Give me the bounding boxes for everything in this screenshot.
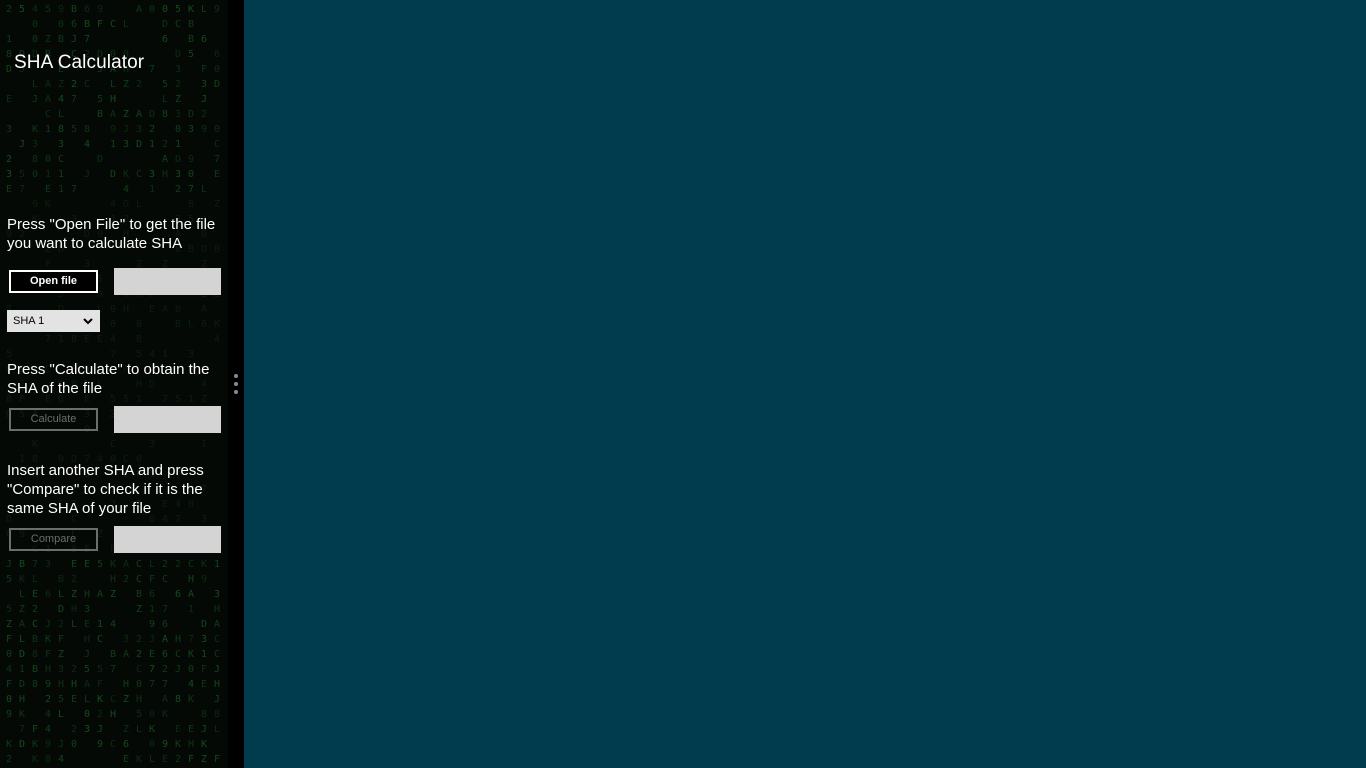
sha-algorithm-dropdown[interactable]: SHA 1: [7, 310, 100, 332]
desktop-area: [244, 0, 1366, 768]
open-file-instruction: Press "Open File" to get the file you wa…: [7, 216, 216, 252]
grip-dots-icon[interactable]: [233, 374, 239, 396]
chevron-down-icon: [83, 318, 93, 325]
calculate-button[interactable]: Calculate: [9, 408, 98, 431]
compare-button[interactable]: Compare: [9, 528, 98, 551]
app-title: SHA Calculator: [14, 52, 145, 73]
compare-sha-input[interactable]: [114, 526, 221, 553]
sha-calculator-app-panel: 218DE323E97598DD6J55ZF04F09K25DJJ572197F…: [0, 0, 228, 768]
sha-algorithm-selected: SHA 1: [13, 315, 45, 327]
compare-instruction: Insert another SHA and press "Compare" t…: [7, 462, 204, 517]
file-name-field[interactable]: [114, 268, 221, 295]
calculated-sha-field[interactable]: [114, 406, 221, 433]
snap-splitter[interactable]: [228, 0, 244, 768]
calculate-instruction: Press "Calculate" to obtain the SHA of t…: [7, 361, 210, 397]
app-content: SHA Calculator Press "Open File" to get …: [0, 0, 228, 768]
open-file-button[interactable]: Open file: [9, 270, 98, 293]
